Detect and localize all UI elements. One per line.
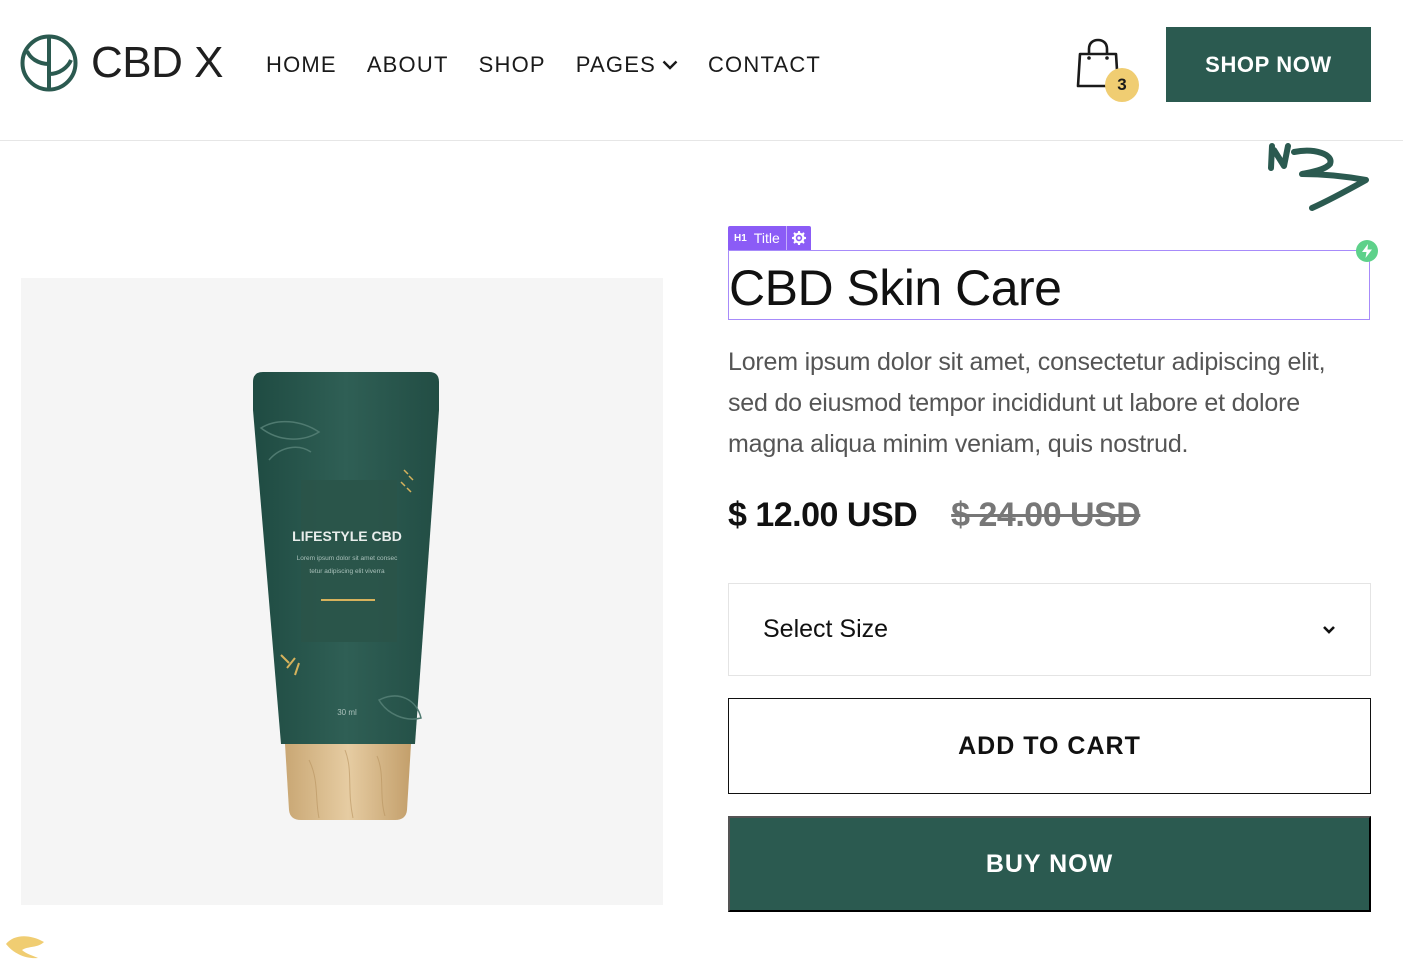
tube-text-2: tetur adipiscing elit viverra [309,568,385,575]
shop-now-button[interactable]: SHOP NOW [1166,27,1371,102]
site-header: CBD X HOME ABOUT SHOP PAGES CONTACT 3 SH… [0,0,1403,141]
size-select[interactable]: Select Size [728,583,1371,676]
buy-now-button[interactable]: BUY NOW [728,816,1371,912]
nav-pages[interactable]: PAGES [576,52,678,78]
tube-label: LIFESTYLE CBD [292,528,402,544]
nav-about[interactable]: ABOUT [367,52,449,78]
current-price: $ 12.00 USD [728,496,918,534]
cart-button[interactable]: 3 [1076,38,1140,104]
chevron-down-icon [1323,625,1335,634]
product-tube-illustration: LIFESTYLE CBD Lorem ipsum dolor sit amet… [253,372,439,820]
nav-home[interactable]: HOME [266,52,337,78]
leaf-logo-icon [20,34,78,92]
product-description: Lorem ipsum dolor sit amet, consectetur … [728,348,1326,458]
tube-volume: 30 ml [337,708,357,717]
logo[interactable]: CBD X [20,34,223,92]
nav-pages-label: PAGES [575,52,656,77]
chevron-down-icon [662,60,678,70]
editor-element-tag[interactable]: H1 Title [728,226,811,250]
editor-tag-label: H1 Title [728,226,787,250]
editor-tag-text: Title [753,230,780,246]
title-selection-box[interactable]: CBD Skin Care [728,250,1370,320]
nav-contact[interactable]: CONTACT [708,52,821,78]
logo-text: CBD X [91,38,223,87]
gear-icon[interactable] [787,226,811,250]
cart-count-badge: 3 [1105,68,1139,102]
heading-level-icon: H1 [734,232,747,244]
product-title: CBD Skin Care [729,260,1062,316]
price-row: $ 12.00 USD $ 24.00 USD [728,496,1141,535]
product-image: LIFESTYLE CBD Lorem ipsum dolor sit amet… [21,278,663,905]
size-select-value: Select Size [763,615,889,643]
bolt-icon[interactable] [1356,240,1378,262]
tube-text-1: Lorem ipsum dolor sit amet consec [297,555,399,562]
add-to-cart-button[interactable]: ADD TO CART [728,698,1371,794]
main-nav: HOME ABOUT SHOP PAGES CONTACT [266,52,851,78]
nav-shop[interactable]: SHOP [479,52,546,78]
original-price: $ 24.00 USD [951,496,1141,534]
decorative-doodle-icon [1268,143,1369,211]
decorative-leaf-icon [6,936,44,959]
